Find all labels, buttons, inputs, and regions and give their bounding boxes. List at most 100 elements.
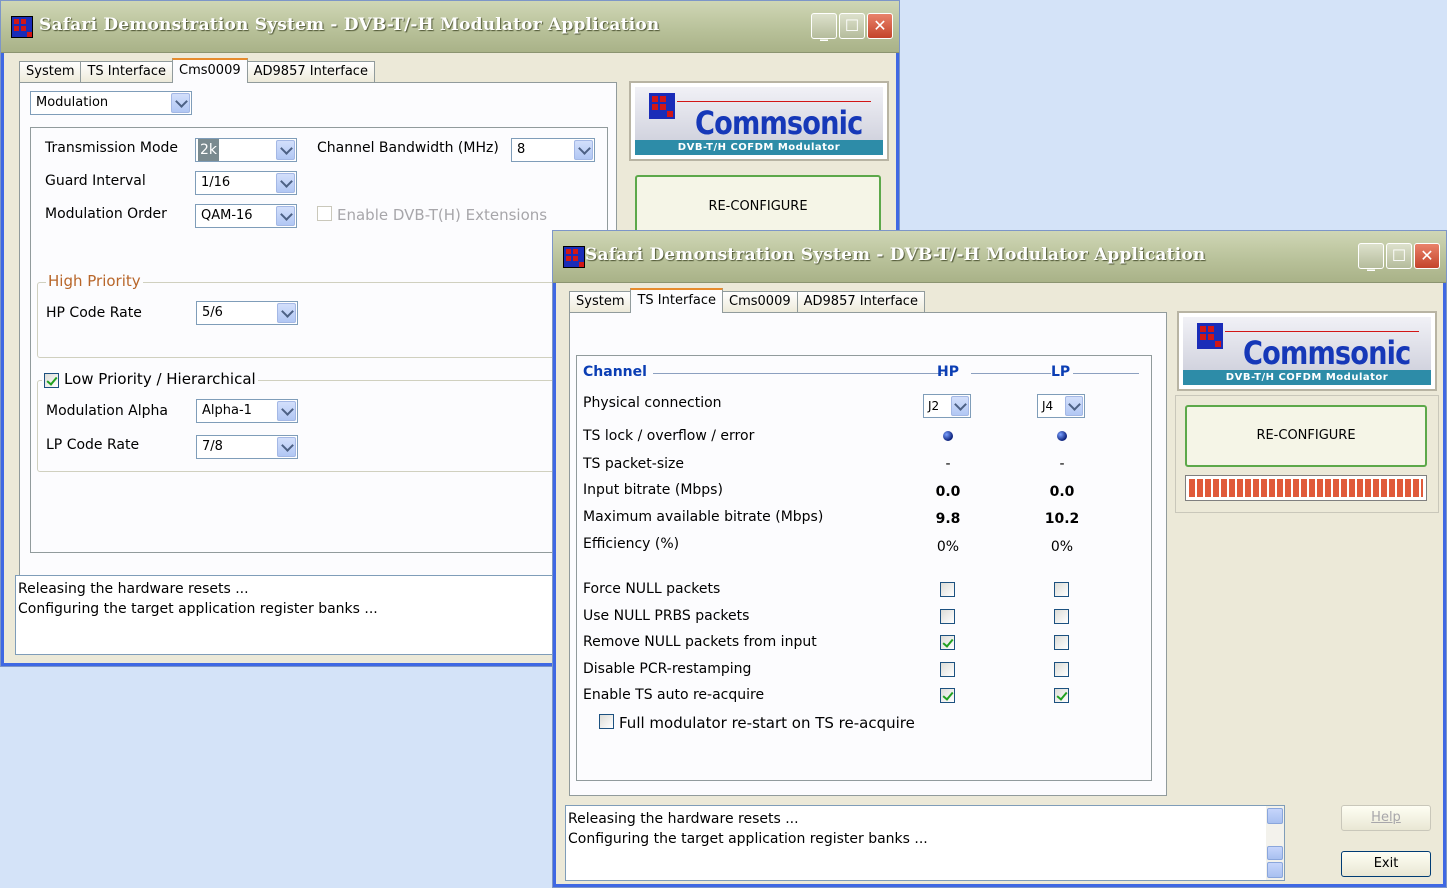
chevron-down-icon[interactable] xyxy=(276,173,295,193)
lp-connection-value: J4 xyxy=(1042,399,1054,413)
scroll-thumb[interactable] xyxy=(1267,846,1283,860)
channel-bandwidth-select[interactable]: 8 xyxy=(511,138,595,162)
hp-code-rate-label: HP Code Rate xyxy=(46,305,142,321)
tab-ts-interface[interactable]: TS Interface xyxy=(630,288,724,313)
front-log-box: Releasing the hardware resets ... Config… xyxy=(565,805,1285,881)
high-priority-group: High Priority HP Code Rate 5/6 xyxy=(37,272,603,358)
minimize-button[interactable]: _ xyxy=(811,13,837,41)
tab-system[interactable]: System xyxy=(569,291,632,313)
front-window: Safari Demonstration System - DVB-T/-H M… xyxy=(552,230,1447,888)
hp-input-bitrate: 0.0 xyxy=(935,484,961,500)
tab-cms0009[interactable]: Cms0009 xyxy=(172,58,248,83)
lp-checkbox[interactable] xyxy=(1054,662,1069,677)
hp-checkbox[interactable] xyxy=(940,688,955,703)
low-priority-legend: Low Priority / Hierarchical xyxy=(42,370,258,388)
maximize-icon: ☐ xyxy=(1391,246,1407,265)
maximize-icon: ☐ xyxy=(844,16,860,35)
log-scrollbar[interactable] xyxy=(1266,806,1284,880)
tab-cms0009[interactable]: Cms0009 xyxy=(722,291,798,313)
hp-code-rate-select[interactable]: 5/6 xyxy=(196,301,298,325)
scroll-down-icon[interactable] xyxy=(1267,862,1283,878)
log-line: Releasing the hardware resets ... xyxy=(568,811,799,827)
transmission-mode-select[interactable]: 2k xyxy=(195,138,297,162)
full-restart-label: Full modulator re-start on TS re-acquire xyxy=(619,714,915,732)
front-window-titlebar[interactable]: Safari Demonstration System - DVB-T/-H M… xyxy=(553,231,1446,283)
hp-heading: HP xyxy=(937,364,959,380)
maximize-button[interactable]: ☐ xyxy=(1386,243,1412,269)
lp-checkbox[interactable] xyxy=(1054,635,1069,650)
modulation-alpha-select[interactable]: Alpha-1 xyxy=(196,399,298,423)
ts-packet-size-label: TS packet-size xyxy=(583,456,684,472)
channel-bandwidth-value: 8 xyxy=(517,142,526,157)
reconfigure-button[interactable]: RE-CONFIGURE xyxy=(1185,405,1427,467)
full-restart-checkbox[interactable] xyxy=(599,714,614,729)
hp-checkbox[interactable] xyxy=(940,609,955,624)
checkbox-row-label: Disable PCR-restamping xyxy=(583,661,752,677)
checkbox-row-label: Force NULL packets xyxy=(583,581,721,597)
log-line: Configuring the target application regis… xyxy=(568,831,928,847)
hp-checkbox[interactable] xyxy=(940,635,955,650)
chevron-down-icon[interactable] xyxy=(276,206,295,226)
lp-efficiency: 0% xyxy=(1050,539,1074,555)
close-button[interactable]: ✕ xyxy=(1414,243,1440,269)
chevron-down-icon[interactable] xyxy=(276,140,295,160)
lp-packet-size: - xyxy=(1059,456,1065,472)
hp-code-rate-value: 5/6 xyxy=(202,305,223,320)
guard-interval-select[interactable]: 1/16 xyxy=(195,171,297,195)
lp-code-rate-value: 7/8 xyxy=(202,439,223,454)
section-select-value: Modulation xyxy=(36,95,109,110)
chevron-down-icon[interactable] xyxy=(277,437,296,457)
scroll-up-icon[interactable] xyxy=(1267,808,1283,824)
guard-interval-value: 1/16 xyxy=(201,175,231,190)
logo-subtitle: DVB-T/H COFDM Modulator xyxy=(635,140,883,155)
help-button[interactable]: Help xyxy=(1341,805,1431,831)
hp-connection-select[interactable]: J2 xyxy=(923,394,971,418)
chevron-down-icon[interactable] xyxy=(574,140,593,160)
transmission-mode-label: Transmission Mode xyxy=(45,140,179,156)
lp-max-bitrate: 10.2 xyxy=(1044,511,1080,527)
back-window-titlebar[interactable]: Safari Demonstration System - DVB-T/-H M… xyxy=(1,1,899,53)
close-icon: ✕ xyxy=(873,16,887,35)
logo-mark-icon xyxy=(1197,323,1223,349)
chevron-down-icon[interactable] xyxy=(1065,396,1083,416)
tab-ad9857-interface[interactable]: AD9857 Interface xyxy=(246,61,375,83)
minimize-button[interactable]: _ xyxy=(1358,243,1384,271)
lp-checkbox[interactable] xyxy=(1054,582,1069,597)
section-select[interactable]: Modulation xyxy=(30,91,192,115)
commsonic-logo: Commsonic DVB-T/H COFDM Modulator xyxy=(1177,311,1437,391)
chevron-down-icon[interactable] xyxy=(171,93,190,113)
cms0009-panel: Modulation Transmission Mode 2k Channel … xyxy=(19,82,617,582)
chevron-down-icon[interactable] xyxy=(951,396,969,416)
lp-heading: LP xyxy=(1051,364,1071,380)
tab-ts-interface[interactable]: TS Interface xyxy=(80,61,174,83)
lp-input-bitrate: 0.0 xyxy=(1049,484,1075,500)
modulation-order-select[interactable]: QAM-16 xyxy=(195,204,297,228)
lp-checkbox[interactable] xyxy=(1054,609,1069,624)
logo-mark-icon xyxy=(649,93,675,119)
hp-checkbox[interactable] xyxy=(940,582,955,597)
modulation-alpha-value: Alpha-1 xyxy=(202,403,252,418)
chevron-down-icon[interactable] xyxy=(277,303,296,323)
app-icon xyxy=(11,16,33,38)
high-priority-legend: High Priority xyxy=(46,272,143,290)
tab-ad9857-interface[interactable]: AD9857 Interface xyxy=(796,291,925,313)
tab-system[interactable]: System xyxy=(19,61,82,83)
low-priority-checkbox[interactable] xyxy=(44,373,59,388)
modulation-settings-box: Transmission Mode 2k Channel Bandwidth (… xyxy=(30,127,608,553)
hp-connection-value: J2 xyxy=(928,399,940,413)
back-tab-strip: System TS Interface Cms0009 AD9857 Inter… xyxy=(19,58,375,83)
maximize-button[interactable]: ☐ xyxy=(839,13,865,39)
chevron-down-icon[interactable] xyxy=(277,401,296,421)
lp-code-rate-select[interactable]: 7/8 xyxy=(196,435,298,459)
logo-subtitle: DVB-T/H COFDM Modulator xyxy=(1183,370,1431,385)
max-bitrate-label: Maximum available bitrate (Mbps) xyxy=(583,509,824,525)
exit-button[interactable]: Exit xyxy=(1341,851,1431,877)
close-button[interactable]: ✕ xyxy=(867,13,893,39)
input-bitrate-label: Input bitrate (Mbps) xyxy=(583,482,723,498)
lp-checkbox[interactable] xyxy=(1054,688,1069,703)
lp-connection-select[interactable]: J4 xyxy=(1037,394,1085,418)
checkbox-row-label: Enable TS auto re-acquire xyxy=(583,687,765,703)
enable-extensions-checkbox[interactable] xyxy=(317,206,332,221)
hp-checkbox[interactable] xyxy=(940,662,955,677)
enable-extensions-label: Enable DVB-T(H) Extensions xyxy=(337,206,548,224)
